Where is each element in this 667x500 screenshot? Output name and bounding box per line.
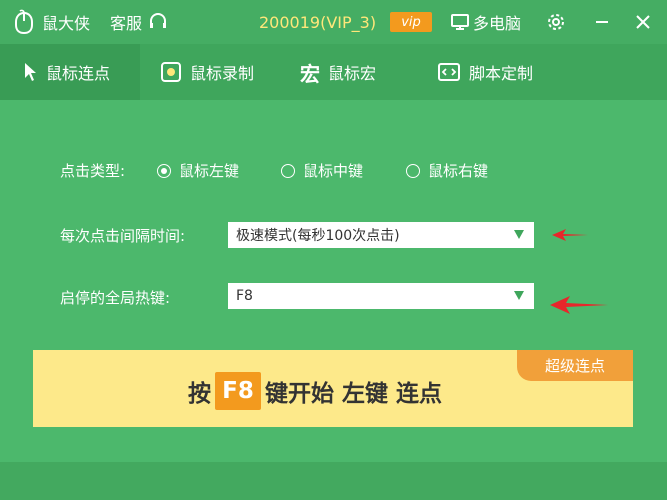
red-arrow-icon	[550, 296, 608, 314]
hotkey-value: F8	[236, 288, 253, 304]
vip-badge: vip	[390, 12, 432, 32]
tab-label: 鼠标录制	[190, 64, 255, 83]
script-code-icon	[438, 63, 460, 81]
account-id: 200019(VIP_3)	[259, 12, 377, 32]
close-button[interactable]	[635, 0, 651, 44]
record-icon	[161, 62, 181, 82]
radio-selected-icon	[157, 163, 171, 178]
radio-label: 鼠标右键	[428, 162, 489, 180]
hotkey-select[interactable]: F8	[228, 283, 534, 309]
monitor-icon	[451, 14, 469, 30]
banner-text: 按 F8 键开始 左键 连点	[188, 372, 442, 410]
tab-label: 鼠标连点	[46, 64, 111, 83]
super-click-tag: 超级连点	[517, 350, 633, 381]
tab-mouse-click[interactable]: 鼠标连点	[0, 44, 140, 100]
interval-select[interactable]: 极速模式(每秒100次点击)	[228, 222, 534, 248]
multi-pc-button[interactable]: 多电脑	[450, 0, 521, 44]
dropdown-arrow-icon	[514, 230, 524, 239]
multi-pc-label: 多电脑	[473, 14, 522, 33]
radio-unselected-icon	[281, 163, 295, 178]
tab-script-custom[interactable]: 脚本定制	[437, 44, 533, 100]
banner-prefix: 按	[188, 381, 211, 407]
minimize-icon	[596, 21, 608, 23]
service-label: 客服	[110, 14, 143, 33]
banner-suffix: 键开始 左键 连点	[265, 381, 443, 407]
macro-icon: 宏	[300, 61, 320, 86]
title-bar: 鼠大侠 客服 200019(VIP_3) vip 多电脑	[0, 0, 667, 44]
footer-bar	[0, 462, 667, 500]
dropdown-arrow-icon	[514, 291, 524, 300]
app-name: 鼠大侠	[42, 14, 91, 33]
radio-unselected-icon	[406, 163, 420, 178]
customer-service-button[interactable]: 客服	[110, 0, 168, 44]
hotkey-label: 启停的全局热键:	[60, 289, 171, 307]
close-icon	[636, 15, 650, 29]
mouse-logo-icon	[15, 9, 33, 35]
interval-value: 极速模式(每秒100次点击)	[236, 228, 400, 244]
start-hint-banner: 超级连点 按 F8 键开始 左键 连点	[33, 350, 633, 427]
tab-mouse-record[interactable]: 鼠标录制	[160, 44, 254, 100]
tab-mouse-macro[interactable]: 宏 鼠标宏	[300, 44, 376, 100]
tab-bar: 鼠标连点 鼠标录制 宏 鼠标宏 脚本定制	[0, 44, 667, 100]
app-logo: 鼠大侠	[12, 0, 90, 44]
interval-label: 每次点击间隔时间:	[60, 227, 186, 245]
settings-button[interactable]	[545, 0, 567, 44]
click-type-label: 点击类型:	[60, 162, 126, 180]
minimize-button[interactable]	[594, 0, 610, 44]
headset-icon	[150, 13, 167, 28]
radio-label: 鼠标左键	[179, 162, 240, 180]
radio-label: 鼠标中键	[303, 162, 364, 180]
radio-middle-button[interactable]: 鼠标中键	[281, 160, 363, 181]
cursor-arrow-icon	[25, 63, 36, 81]
tab-label: 脚本定制	[469, 64, 534, 83]
tab-label: 鼠标宏	[328, 64, 377, 83]
red-arrow-icon	[552, 229, 588, 241]
gear-icon	[548, 14, 564, 30]
hotkey-badge: F8	[215, 372, 261, 410]
radio-left-button[interactable]: 鼠标左键	[157, 160, 239, 181]
radio-right-button[interactable]: 鼠标右键	[406, 160, 488, 181]
